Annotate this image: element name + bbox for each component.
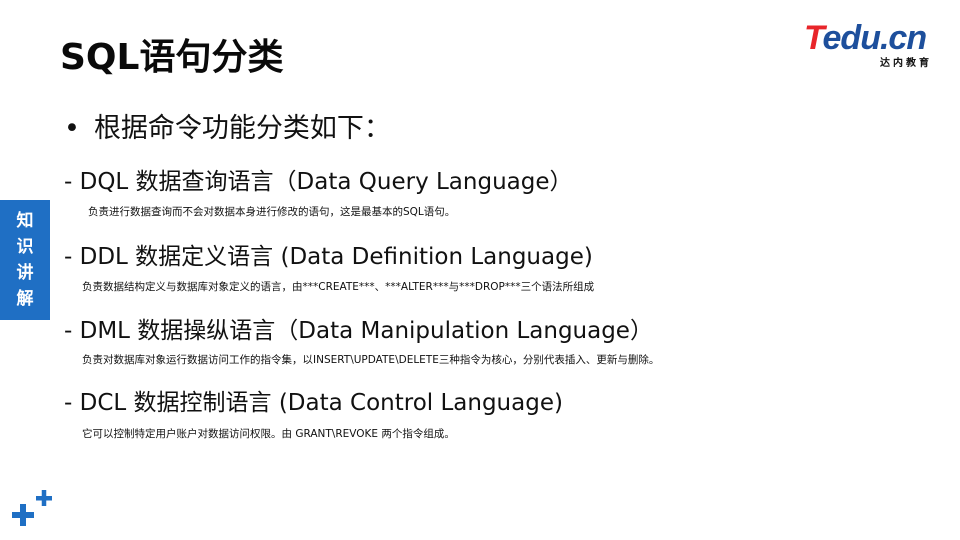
dml-description: 负责对数据库对象运行数据访问工作的指令集，以INSERT\UPDATE\DELE… (82, 354, 660, 366)
intro-bullet: • 根据命令功能分类如下： (64, 106, 391, 145)
knowledge-tab: 知 识 讲 解 (0, 200, 50, 320)
plus-cross-icon (12, 490, 52, 526)
bullet-dot-icon: • (64, 113, 80, 144)
side-tab-char: 讲 (16, 263, 34, 283)
dcl-description: 它可以控制特定用户账户对数据访问权限。由 GRANT\REVOKE 两个指令组成… (82, 428, 455, 440)
logo-wordmark: Tedu.cn (804, 18, 928, 58)
slide-title: SQL语句分类 (60, 37, 284, 78)
dql-heading: - DQL 数据查询语言（Data Query Language） (64, 169, 573, 195)
logo-letter-t: T (804, 19, 823, 57)
ddl-heading: - DDL 数据定义语言 (Data Definition Language) (64, 244, 593, 270)
dml-heading: - DML 数据操纵语言（Data Manipulation Language） (64, 318, 653, 344)
side-tab-char: 解 (16, 289, 34, 309)
ddl-description: 负责数据结构定义与数据库对象定义的语言，由***CREATE***、***ALT… (82, 281, 595, 293)
dql-description: 负责进行数据查询而不会对数据本身进行修改的语句，这是最基本的SQL语句。 (88, 206, 456, 218)
side-tab-char: 识 (16, 237, 34, 257)
side-tab-char: 知 (16, 211, 34, 231)
logo-domain: edu.cn (822, 19, 928, 57)
dcl-heading: - DCL 数据控制语言 (Data Control Language) (64, 390, 563, 416)
tedu-logo: Tedu.cn 达内教育 (804, 18, 936, 69)
logo-subtitle: 达内教育 (880, 58, 932, 69)
intro-text: 根据命令功能分类如下： (93, 113, 391, 144)
